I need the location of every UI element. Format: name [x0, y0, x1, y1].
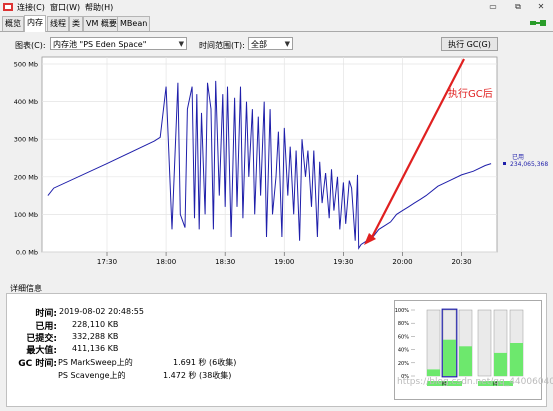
app-icon: [3, 3, 13, 11]
range-select[interactable]: 全部 ▼: [248, 37, 293, 50]
bar-y-tick-label: 100%: [395, 308, 409, 314]
time-label: 时间:: [35, 309, 57, 319]
chart-select[interactable]: 内存池 "PS Eden Space" ▼: [50, 37, 187, 50]
heap-bar-fill: [427, 369, 440, 376]
bar-y-tick-label: 20%: [398, 361, 409, 367]
heap-bar-bg[interactable]: [477, 309, 492, 377]
range-label: 时间范围(T):: [199, 41, 245, 50]
restore-icon[interactable]: ⧉: [510, 1, 526, 12]
x-tick-label: 17:30: [97, 258, 117, 266]
tab-mbean[interactable]: MBean: [117, 16, 151, 31]
tab-vm-summary[interactable]: VM 概要: [83, 16, 120, 31]
x-tick-label: 18:30: [215, 258, 235, 266]
minimize-icon[interactable]: ▭: [485, 1, 501, 12]
x-tick-label: 20:30: [451, 258, 471, 266]
max-label: 最大值:: [26, 346, 57, 356]
heap-bar-fill: [443, 339, 456, 376]
y-tick-label: 500 Mb: [14, 61, 38, 69]
x-tick-label: 19:00: [274, 258, 294, 266]
perform-gc-button[interactable]: 执行 GC(G): [441, 37, 498, 51]
tab-bar: 概览 内存 线程 类 VM 概要 MBean: [0, 15, 553, 32]
used-value: 228,110 KB: [72, 320, 119, 329]
x-tick-label: 20:00: [392, 258, 412, 266]
watermark: https://blog.csdn.net/qq_44006040: [397, 377, 553, 387]
committed-value: 332,288 KB: [72, 332, 119, 341]
current-value-label: 234,065,368: [510, 161, 548, 168]
x-tick-label: 19:30: [333, 258, 353, 266]
close-icon[interactable]: ✕: [533, 1, 549, 12]
heap-bar-fill: [459, 346, 472, 376]
bar-y-tick-label: 40%: [398, 348, 409, 354]
x-axis: 17:30 18:00 18:30 19:00 19:30 20:00 20:30: [97, 252, 472, 266]
menu-help[interactable]: 帮助(H): [85, 2, 113, 13]
plot-area: [41, 56, 498, 253]
chevron-down-icon: ▼: [178, 40, 184, 48]
memory-chart: 500 Mb 400 Mb 300 Mb 200 Mb 100 Mb 0.0 Mb 17:…: [14, 56, 548, 266]
chart-controls: 图表(C): 内存池 "PS Eden Space" ▼ 时间范围(T): 全部…: [0, 33, 553, 55]
chevron-down-icon: ▼: [284, 40, 290, 48]
y-tick-label: 200 Mb: [14, 173, 38, 181]
legend-marker: [503, 162, 506, 165]
heap-bar-fill: [510, 343, 523, 376]
heap-bar-fill: [494, 352, 507, 376]
tab-memory[interactable]: 内存: [24, 15, 46, 32]
range-select-value: 全部: [251, 40, 267, 49]
annotation-text: 执行GC后: [448, 87, 493, 100]
gc-marksweep-value: 1.691 秒 (6收集): [173, 358, 237, 367]
y-axis: 500 Mb 400 Mb 300 Mb 200 Mb 100 Mb 0.0 Mb: [14, 61, 38, 257]
tab-overview[interactable]: 概览: [2, 16, 24, 31]
max-value: 411,136 KB: [72, 344, 119, 353]
tab-classes[interactable]: 类: [69, 16, 83, 31]
connection-icon: [530, 20, 546, 26]
bar-y-tick-label: 60%: [398, 334, 409, 340]
y-tick-label: 100 Mb: [14, 211, 38, 219]
y-tick-label: 300 Mb: [14, 136, 38, 144]
menu-bar: 连接(C) 窗口(W) 帮助(H) ▭ ⧉ ✕: [0, 0, 553, 14]
gc-marksweep-name: PS MarkSweep上的: [58, 358, 133, 367]
bar-y-tick-label: 80%: [398, 321, 409, 327]
gc-scavenge-name: PS Scavenge上的: [58, 371, 126, 380]
bar-y-axis: 100%80%60%40%20%0%: [395, 308, 415, 380]
gc-time-label: GC 时间:: [18, 359, 57, 369]
legend-label: 已用: [512, 154, 524, 161]
chart-select-value: 内存池 "PS Eden Space": [53, 40, 147, 49]
bar-columns: [426, 308, 524, 378]
y-tick-label: 0.0 Mb: [16, 249, 38, 257]
y-tick-label: 400 Mb: [14, 98, 38, 106]
x-tick-label: 18:00: [156, 258, 176, 266]
tab-threads[interactable]: 线程: [47, 16, 69, 31]
time-value: 2019-08-02 20:48:55: [59, 307, 144, 316]
chart-label: 图表(C):: [15, 41, 46, 50]
menu-connect[interactable]: 连接(C): [17, 2, 45, 13]
menu-window[interactable]: 窗口(W): [50, 2, 80, 13]
heap-bar-bg[interactable]: [426, 309, 441, 377]
gc-scavenge-value: 1.472 秒 (38收集): [163, 371, 232, 380]
